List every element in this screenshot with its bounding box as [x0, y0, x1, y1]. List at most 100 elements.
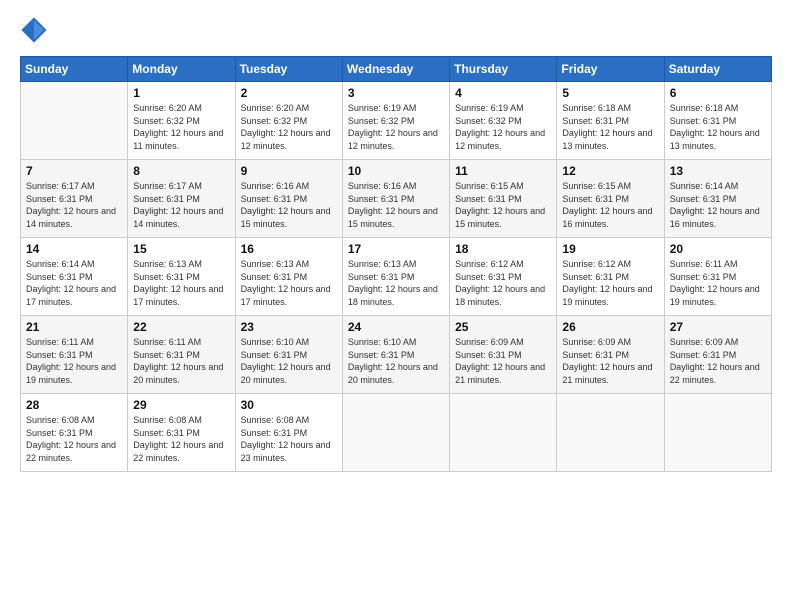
day-number: 17 — [348, 242, 444, 256]
day-number: 15 — [133, 242, 229, 256]
day-info: Sunrise: 6:12 AMSunset: 6:31 PMDaylight:… — [562, 258, 658, 308]
weekday-header-monday: Monday — [128, 57, 235, 82]
weekday-header-wednesday: Wednesday — [342, 57, 449, 82]
day-info: Sunrise: 6:19 AMSunset: 6:32 PMDaylight:… — [455, 102, 551, 152]
calendar-cell: 10 Sunrise: 6:16 AMSunset: 6:31 PMDayligh… — [342, 160, 449, 238]
weekday-header-thursday: Thursday — [450, 57, 557, 82]
day-number: 13 — [670, 164, 766, 178]
logo — [20, 16, 52, 44]
day-info: Sunrise: 6:18 AMSunset: 6:31 PMDaylight:… — [562, 102, 658, 152]
day-number: 28 — [26, 398, 122, 412]
calendar-cell: 11 Sunrise: 6:15 AMSunset: 6:31 PMDayligh… — [450, 160, 557, 238]
day-info: Sunrise: 6:18 AMSunset: 6:31 PMDaylight:… — [670, 102, 766, 152]
day-info: Sunrise: 6:11 AMSunset: 6:31 PMDaylight:… — [133, 336, 229, 386]
day-number: 6 — [670, 86, 766, 100]
calendar-cell: 17 Sunrise: 6:13 AMSunset: 6:31 PMDayligh… — [342, 238, 449, 316]
day-number: 14 — [26, 242, 122, 256]
day-info: Sunrise: 6:15 AMSunset: 6:31 PMDaylight:… — [455, 180, 551, 230]
calendar-cell: 25 Sunrise: 6:09 AMSunset: 6:31 PMDayligh… — [450, 316, 557, 394]
calendar-cell — [342, 394, 449, 472]
day-info: Sunrise: 6:14 AMSunset: 6:31 PMDaylight:… — [26, 258, 122, 308]
day-number: 8 — [133, 164, 229, 178]
weekday-header-tuesday: Tuesday — [235, 57, 342, 82]
calendar-cell: 30 Sunrise: 6:08 AMSunset: 6:31 PMDayligh… — [235, 394, 342, 472]
week-row-1: 1Sunrise: 6:20 AMSunset: 6:32 PMDaylight… — [21, 82, 772, 160]
day-number: 23 — [241, 320, 337, 334]
weekday-header-saturday: Saturday — [664, 57, 771, 82]
week-row-3: 14 Sunrise: 6:14 AMSunset: 6:31 PMDayligh… — [21, 238, 772, 316]
day-number: 7 — [26, 164, 122, 178]
calendar-cell: 29Sunrise: 6:08 AMSunset: 6:31 PMDayligh… — [128, 394, 235, 472]
day-number: 18 — [455, 242, 551, 256]
calendar-cell: 16Sunrise: 6:13 AMSunset: 6:31 PMDayligh… — [235, 238, 342, 316]
weekday-header-sunday: Sunday — [21, 57, 128, 82]
calendar-cell: 27Sunrise: 6:09 AMSunset: 6:31 PMDayligh… — [664, 316, 771, 394]
calendar-cell: 15 Sunrise: 6:13 AMSunset: 6:31 PMDayligh… — [128, 238, 235, 316]
weekday-header-row: SundayMondayTuesdayWednesdayThursdayFrid… — [21, 57, 772, 82]
day-number: 12 — [562, 164, 658, 178]
day-info: Sunrise: 6:10 AMSunset: 6:31 PMDaylight:… — [348, 336, 444, 386]
calendar-cell: 1Sunrise: 6:20 AMSunset: 6:32 PMDaylight… — [128, 82, 235, 160]
day-info: Sunrise: 6:12 AMSunset: 6:31 PMDaylight:… — [455, 258, 551, 308]
calendar-cell — [450, 394, 557, 472]
calendar-cell — [664, 394, 771, 472]
week-row-4: 21 Sunrise: 6:11 AMSunset: 6:31 PMDayligh… — [21, 316, 772, 394]
calendar-table: SundayMondayTuesdayWednesdayThursdayFrid… — [20, 56, 772, 472]
calendar-cell: 22 Sunrise: 6:11 AMSunset: 6:31 PMDayligh… — [128, 316, 235, 394]
day-info: Sunrise: 6:20 AMSunset: 6:32 PMDaylight:… — [241, 102, 337, 152]
day-number: 30 — [241, 398, 337, 412]
week-row-5: 28 Sunrise: 6:08 AMSunset: 6:31 PMDayligh… — [21, 394, 772, 472]
day-number: 19 — [562, 242, 658, 256]
day-number: 5 — [562, 86, 658, 100]
day-info: Sunrise: 6:16 AMSunset: 6:31 PMDaylight:… — [348, 180, 444, 230]
calendar-cell: 12 Sunrise: 6:15 AMSunset: 6:31 PMDayligh… — [557, 160, 664, 238]
calendar-cell: 3 Sunrise: 6:19 AMSunset: 6:32 PMDaylight… — [342, 82, 449, 160]
day-number: 25 — [455, 320, 551, 334]
day-number: 20 — [670, 242, 766, 256]
day-info: Sunrise: 6:08 AMSunset: 6:31 PMDaylight:… — [241, 414, 337, 464]
day-info: Sunrise: 6:10 AMSunset: 6:31 PMDaylight:… — [241, 336, 337, 386]
day-info: Sunrise: 6:08 AMSunset: 6:31 PMDaylight:… — [26, 414, 122, 464]
day-number: 21 — [26, 320, 122, 334]
calendar-cell: 18 Sunrise: 6:12 AMSunset: 6:31 PMDayligh… — [450, 238, 557, 316]
calendar-cell — [557, 394, 664, 472]
calendar-cell: 2 Sunrise: 6:20 AMSunset: 6:32 PMDaylight… — [235, 82, 342, 160]
calendar-cell: 7 Sunrise: 6:17 AMSunset: 6:31 PMDaylight… — [21, 160, 128, 238]
day-info: Sunrise: 6:17 AMSunset: 6:31 PMDaylight:… — [133, 180, 229, 230]
day-number: 4 — [455, 86, 551, 100]
calendar-cell: 19 Sunrise: 6:12 AMSunset: 6:31 PMDayligh… — [557, 238, 664, 316]
day-number: 11 — [455, 164, 551, 178]
day-number: 2 — [241, 86, 337, 100]
day-number: 9 — [241, 164, 337, 178]
weekday-header-friday: Friday — [557, 57, 664, 82]
calendar-cell: 6 Sunrise: 6:18 AMSunset: 6:31 PMDaylight… — [664, 82, 771, 160]
calendar-cell: 26Sunrise: 6:09 AMSunset: 6:31 PMDayligh… — [557, 316, 664, 394]
calendar-cell: 9 Sunrise: 6:16 AMSunset: 6:31 PMDaylight… — [235, 160, 342, 238]
calendar-cell: 28 Sunrise: 6:08 AMSunset: 6:31 PMDayligh… — [21, 394, 128, 472]
page: SundayMondayTuesdayWednesdayThursdayFrid… — [0, 0, 792, 612]
day-info: Sunrise: 6:11 AMSunset: 6:31 PMDaylight:… — [26, 336, 122, 386]
day-info: Sunrise: 6:09 AMSunset: 6:31 PMDaylight:… — [455, 336, 551, 386]
week-row-2: 7 Sunrise: 6:17 AMSunset: 6:31 PMDaylight… — [21, 160, 772, 238]
day-info: Sunrise: 6:15 AMSunset: 6:31 PMDaylight:… — [562, 180, 658, 230]
logo-icon — [20, 16, 48, 44]
header — [20, 16, 772, 44]
day-number: 27 — [670, 320, 766, 334]
day-info: Sunrise: 6:16 AMSunset: 6:31 PMDaylight:… — [241, 180, 337, 230]
calendar-cell: 8 Sunrise: 6:17 AMSunset: 6:31 PMDaylight… — [128, 160, 235, 238]
day-info: Sunrise: 6:13 AMSunset: 6:31 PMDaylight:… — [133, 258, 229, 308]
calendar-cell: 5 Sunrise: 6:18 AMSunset: 6:31 PMDaylight… — [557, 82, 664, 160]
day-info: Sunrise: 6:19 AMSunset: 6:32 PMDaylight:… — [348, 102, 444, 152]
day-number: 22 — [133, 320, 229, 334]
day-info: Sunrise: 6:13 AMSunset: 6:31 PMDaylight:… — [348, 258, 444, 308]
calendar-cell: 20 Sunrise: 6:11 AMSunset: 6:31 PMDayligh… — [664, 238, 771, 316]
day-number: 26 — [562, 320, 658, 334]
calendar-cell: 21 Sunrise: 6:11 AMSunset: 6:31 PMDayligh… — [21, 316, 128, 394]
day-number: 10 — [348, 164, 444, 178]
day-info: Sunrise: 6:11 AMSunset: 6:31 PMDaylight:… — [670, 258, 766, 308]
day-number: 3 — [348, 86, 444, 100]
day-info: Sunrise: 6:17 AMSunset: 6:31 PMDaylight:… — [26, 180, 122, 230]
day-info: Sunrise: 6:14 AMSunset: 6:31 PMDaylight:… — [670, 180, 766, 230]
day-info: Sunrise: 6:20 AMSunset: 6:32 PMDaylight:… — [133, 102, 229, 152]
calendar-cell: 24Sunrise: 6:10 AMSunset: 6:31 PMDayligh… — [342, 316, 449, 394]
